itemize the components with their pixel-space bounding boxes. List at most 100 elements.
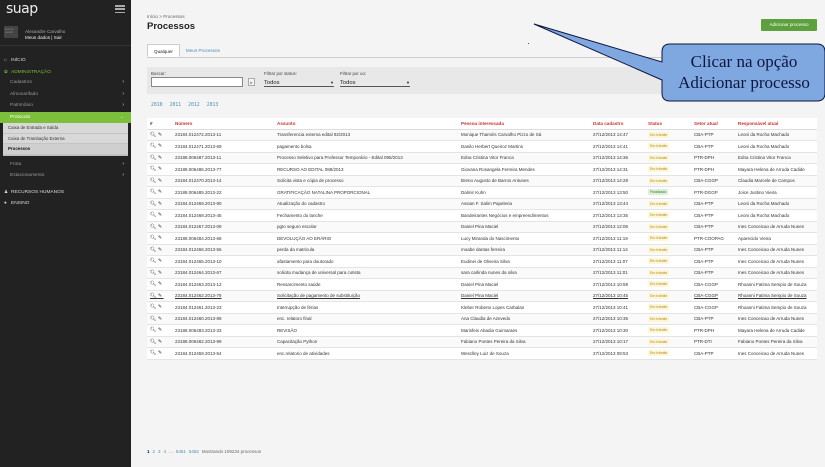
process-number-cell[interactable]: 23184.012471.2013-69 (172, 140, 274, 153)
view-icon[interactable]: 🔍︎ (150, 258, 158, 264)
view-icon[interactable]: 🔍︎ (150, 155, 158, 161)
year-link[interactable]: 2010 (151, 103, 163, 108)
view-icon[interactable]: 🔍︎ (150, 327, 158, 333)
sidebar-item-protocolo[interactable]: Protocolo ⌄ (0, 111, 131, 123)
view-icon[interactable]: 🔍︎ (150, 143, 158, 149)
user-links[interactable]: Meus dados | Sair (25, 35, 62, 40)
edit-icon[interactable]: ✎ (158, 155, 164, 161)
process-number-cell[interactable]: 23184.012464.2013-67 (172, 267, 274, 279)
edit-icon[interactable]: ✎ (158, 316, 164, 322)
edit-icon[interactable]: ✎ (158, 235, 164, 241)
view-icon[interactable]: 🔍︎ (150, 304, 158, 310)
edit-icon[interactable]: ✎ (158, 304, 164, 310)
edit-icon[interactable]: ✎ (158, 212, 164, 218)
tab-meus-processos[interactable]: Meus Processos (180, 44, 226, 57)
edit-icon[interactable]: ✎ (158, 270, 164, 276)
sidebar-item-estacionamento[interactable]: Estacionamento › (0, 170, 131, 182)
process-number-cell[interactable]: 23188.006486.2013-77 (172, 163, 274, 176)
table-row[interactable]: 🔍︎✎ 23184.012469.2013-90 Atualização do ca… (147, 198, 817, 210)
process-number-cell[interactable]: 23188.006485.2013-22 (172, 186, 274, 199)
col-header[interactable]: Data cadastro (590, 118, 645, 130)
table-row[interactable]: 🔍︎✎ 23184.012466.2013-56 perda da matricul… (147, 244, 817, 256)
edit-icon[interactable]: ✎ (158, 281, 164, 287)
process-number-cell[interactable]: 23184.012461.2013-23 (172, 301, 274, 314)
sidebar-item-administracao[interactable]: ✿ ADMINISTRAÇÃO (0, 66, 131, 78)
col-header[interactable]: Número (172, 118, 274, 130)
suap-logo[interactable]: suap (6, 1, 38, 17)
page-link[interactable]: 5462 (189, 449, 199, 454)
table-row[interactable]: 🔍︎✎ 23184.012463.2013-12 Ressarcimento saú… (147, 278, 817, 291)
process-number-cell[interactable]: 23188.006487.2013-11 (172, 152, 274, 164)
table-row[interactable]: 🔍︎✎ 23184.012460.2013-89 enc. relatoro fin… (147, 313, 817, 325)
process-number-cell[interactable]: 23188.006483.2013-33 (172, 324, 274, 337)
sidebar-item-patrimonio[interactable]: Patrimônio › (0, 100, 131, 112)
view-icon[interactable]: 🔍︎ (150, 132, 158, 138)
add-process-button[interactable]: Adicionar processo (761, 19, 817, 31)
table-row[interactable]: 🔍︎✎ 23184.012470.2013-14 Solicita vista e … (147, 175, 817, 187)
sidebar-item-frota[interactable]: Frota › (0, 159, 131, 171)
process-number-cell[interactable]: 23184.012463.2013-12 (172, 278, 274, 291)
table-row[interactable]: 🔍︎✎ 23188.006485.2013-22 GRATIFICAÇÃO NATA… (147, 186, 817, 199)
process-number-cell[interactable]: 23184.012470.2013-14 (172, 175, 274, 187)
sidebar-item-inicio[interactable]: ⌂ INÍCIO (0, 54, 131, 66)
view-icon[interactable]: 🔍︎ (150, 247, 158, 253)
col-header[interactable]: Setor atual (691, 118, 735, 130)
edit-icon[interactable]: ✎ (158, 247, 164, 253)
page-link[interactable]: 3 (158, 449, 161, 454)
table-row[interactable]: 🔍︎✎ 23184.012467.2013-09 pgto seguro escol… (147, 221, 817, 233)
view-icon[interactable]: 🔍︎ (150, 201, 158, 207)
edit-icon[interactable]: ✎ (158, 201, 164, 207)
view-icon[interactable]: 🔍︎ (150, 189, 158, 195)
edit-icon[interactable]: ✎ (158, 166, 164, 172)
view-icon[interactable]: 🔍︎ (150, 270, 158, 276)
sidebar-item-almoxarifado[interactable]: Almoxarifado › (0, 89, 131, 101)
process-number-cell[interactable]: 23188.006482.2013-99 (172, 336, 274, 348)
table-row[interactable]: 🔍︎✎ 23188.006486.2013-77 RECURSO AO EDITAL… (147, 163, 817, 176)
edit-icon[interactable]: ✎ (158, 293, 164, 299)
tab-qualquer[interactable]: Qualquer (147, 44, 180, 57)
process-number-cell[interactable]: 23184.012462.2013-78 (172, 290, 274, 302)
process-number-cell[interactable]: 23184.012469.2013-90 (172, 198, 274, 210)
view-icon[interactable]: 🔍︎ (150, 293, 158, 299)
view-icon[interactable]: 🔍︎ (150, 316, 158, 322)
col-header[interactable]: Status (645, 118, 691, 130)
process-number-cell[interactable]: 23184.012466.2013-56 (172, 244, 274, 256)
edit-icon[interactable]: ✎ (158, 143, 164, 149)
table-row[interactable]: 🔍︎✎ 23184.012459.2013-54 enc.relatorio de … (147, 347, 817, 360)
table-row[interactable]: 🔍︎✎ 23184.012462.2013-78 Solicitação de pa… (147, 290, 817, 302)
col-header[interactable]: Assunto (274, 118, 458, 130)
process-number-cell[interactable]: 23184.012468.2013-45 (172, 209, 274, 222)
sidebar-item-recursos-humanos[interactable]: ♟ RECURSOS HUMANOS (0, 186, 131, 198)
view-icon[interactable]: 🔍︎ (150, 166, 158, 172)
view-icon[interactable]: 🔍︎ (150, 178, 158, 184)
edit-icon[interactable]: ✎ (158, 350, 164, 356)
sidebar-item-cadastros[interactable]: Cadastros › (0, 77, 131, 89)
table-row[interactable]: 🔍︎✎ 23184.012468.2013-45 Fechamento do lan… (147, 209, 817, 222)
edit-icon[interactable]: ✎ (158, 339, 164, 345)
page-link[interactable]: 5461 (176, 449, 186, 454)
view-icon[interactable]: 🔍︎ (150, 281, 158, 287)
view-icon[interactable]: 🔍︎ (150, 224, 158, 230)
page-link[interactable]: 4 (164, 449, 167, 454)
search-submit-button[interactable]: Ir (248, 78, 255, 86)
view-icon[interactable]: 🔍︎ (150, 235, 158, 241)
table-row[interactable]: 🔍︎✎ 23184.012472.2013-11 Transferencia ext… (147, 129, 817, 141)
uo-filter-select[interactable]: Todos ▼ (340, 80, 410, 87)
table-row[interactable]: 🔍︎✎ 23188.006487.2013-11 Processo Seletivo… (147, 152, 817, 164)
edit-icon[interactable]: ✎ (158, 132, 164, 138)
table-row[interactable]: 🔍︎✎ 23184.012471.2013-69 pagamento bolsa Da… (147, 140, 817, 153)
hamburger-menu-icon[interactable] (115, 5, 125, 14)
process-number-cell[interactable]: 23184.012460.2013-89 (172, 313, 274, 325)
breadcrumb[interactable]: Início > Processos (147, 14, 185, 19)
submenu-caixa-tramitacao-externa[interactable]: Caixa de Tramitação Externa (3, 134, 128, 144)
view-icon[interactable]: 🔍︎ (150, 339, 158, 345)
process-number-cell[interactable]: 23184.012472.2013-11 (172, 129, 274, 141)
year-link[interactable]: 2011 (170, 103, 182, 108)
year-link[interactable]: 2012 (188, 103, 200, 108)
search-input[interactable] (151, 77, 243, 87)
edit-icon[interactable]: ✎ (158, 189, 164, 195)
year-link[interactable]: 2013 (207, 103, 219, 108)
table-row[interactable]: 🔍︎✎ 23184.012461.2013-23 Interrupção de fé… (147, 301, 817, 314)
process-number-cell[interactable]: 23184.012467.2013-09 (172, 221, 274, 233)
table-row[interactable]: 🔍︎✎ 23184.012465.2013-10 afastamento para … (147, 255, 817, 268)
